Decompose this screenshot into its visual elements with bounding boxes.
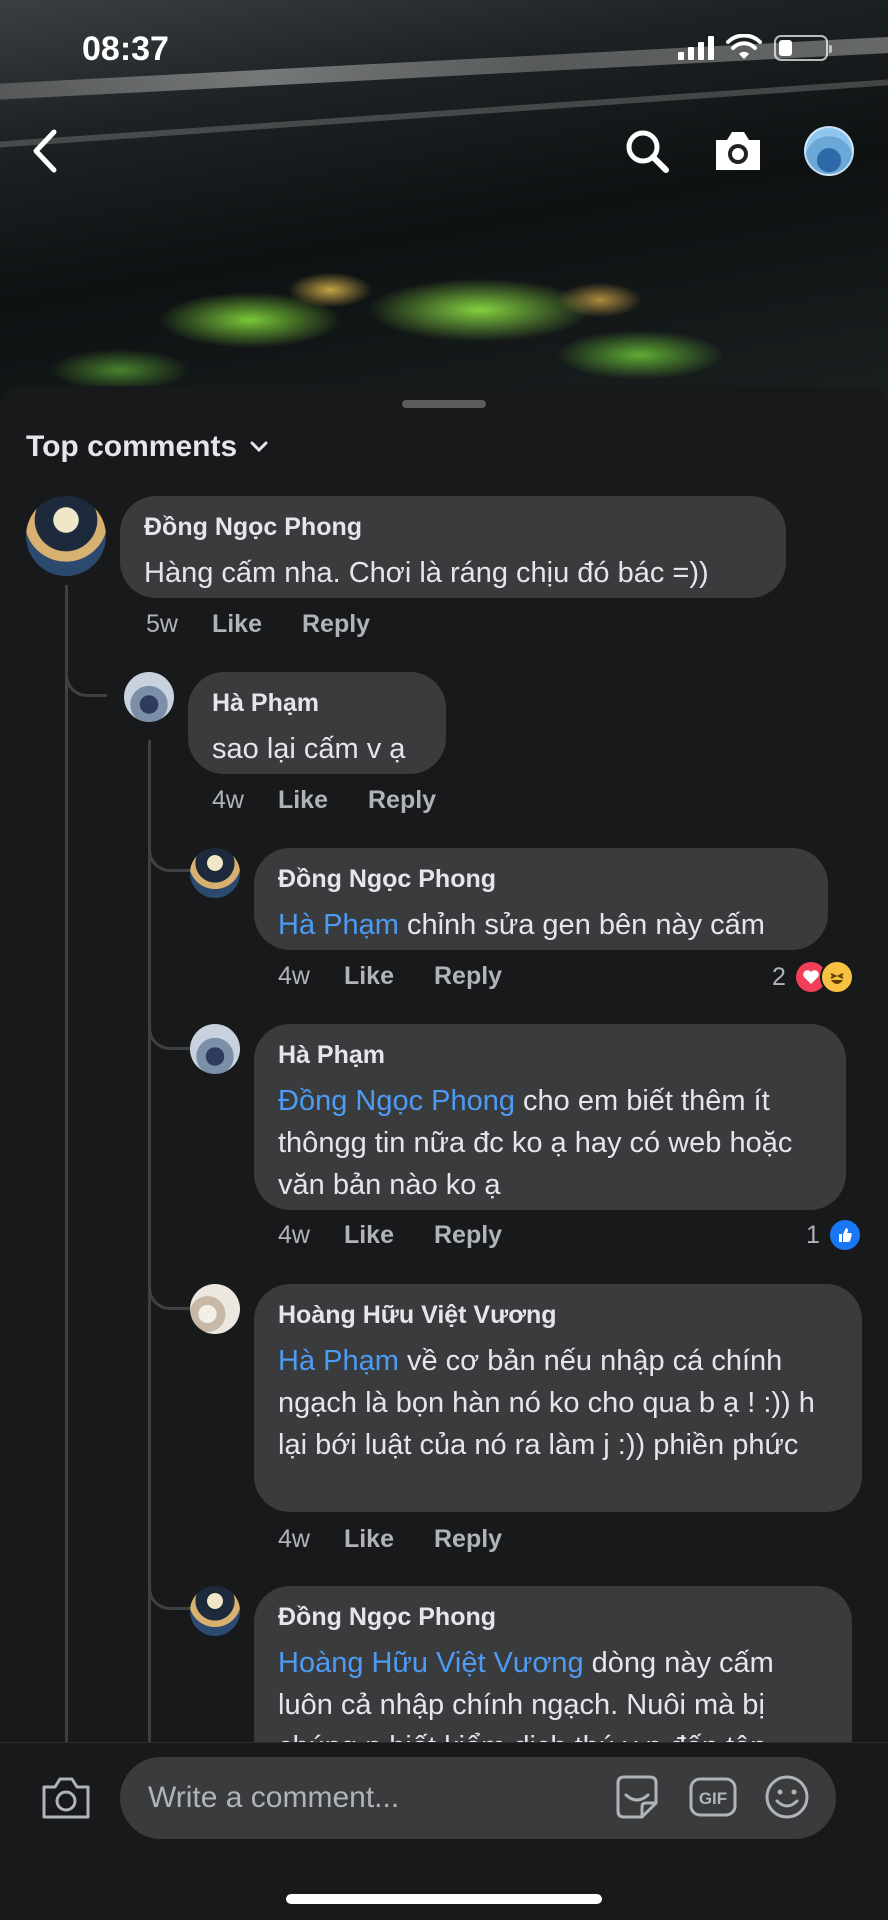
comment-bubble[interactable]: Đồng Ngọc Phong Hà Phạm chỉnh sửa gen bê… bbox=[254, 848, 828, 950]
thread-connector bbox=[148, 980, 190, 1050]
comment-author[interactable]: Đồng Ngọc Phong bbox=[278, 864, 804, 894]
like-button[interactable]: Like bbox=[278, 786, 328, 815]
avatar[interactable] bbox=[190, 1024, 240, 1074]
like-reaction-icon bbox=[827, 1218, 862, 1252]
comment-author[interactable]: Hoàng Hữu Việt Vương bbox=[278, 1300, 838, 1330]
comment-timestamp[interactable]: 4w bbox=[278, 962, 310, 991]
avatar[interactable] bbox=[124, 672, 174, 722]
like-button[interactable]: Like bbox=[344, 1221, 394, 1250]
mention-link[interactable]: Đồng Ngọc Phong bbox=[278, 1085, 515, 1117]
reply-button[interactable]: Reply bbox=[368, 786, 436, 815]
reaction-summary[interactable]: 1 bbox=[806, 1218, 862, 1252]
comment-text: Hàng cấm nha. Chơi là ráng chịu đó bác =… bbox=[144, 557, 709, 589]
like-button[interactable]: Like bbox=[212, 610, 262, 639]
comment-actions: 4w Like Reply bbox=[212, 786, 476, 815]
comment-actions: 5w Like Reply bbox=[146, 610, 410, 639]
reaction-count: 1 bbox=[806, 1220, 820, 1249]
comment-bubble[interactable]: Đồng Ngọc Phong Hàng cấm nha. Chơi là rá… bbox=[120, 496, 786, 598]
comment-bubble[interactable]: Hà Phạm Đồng Ngọc Phong cho em biết thêm… bbox=[254, 1024, 846, 1210]
reaction-summary[interactable]: 2 bbox=[772, 960, 854, 994]
comment-actions: 4w Like Reply bbox=[278, 1221, 542, 1250]
reply-button[interactable]: Reply bbox=[434, 962, 502, 991]
thread-connector bbox=[148, 1240, 190, 1310]
mention-link[interactable]: Hà Phạm bbox=[278, 909, 399, 941]
mention-link[interactable]: Hoàng Hữu Việt Vương bbox=[278, 1647, 584, 1679]
comment-timestamp[interactable]: 4w bbox=[278, 1525, 310, 1554]
camera-icon[interactable] bbox=[712, 128, 764, 174]
comment-text-body: chỉnh sửa gen bên này cấm bbox=[398, 909, 765, 941]
comment-bubble[interactable]: Hoàng Hữu Việt Vương Hà Phạm về cơ bản n… bbox=[254, 1284, 862, 1512]
sort-label: Top comments bbox=[26, 430, 238, 463]
status-icons bbox=[678, 34, 832, 62]
thread-connector bbox=[148, 1540, 190, 1610]
wifi-icon bbox=[726, 34, 762, 59]
mention-link[interactable]: Hà Phạm bbox=[278, 1345, 399, 1377]
comment-timestamp[interactable]: 4w bbox=[278, 1221, 310, 1250]
thread-connector bbox=[148, 800, 190, 872]
search-icon[interactable] bbox=[624, 128, 670, 174]
profile-avatar[interactable] bbox=[804, 126, 854, 176]
comment-bubble[interactable]: Hà Phạm sao lại cấm v ạ bbox=[188, 672, 446, 774]
emoji-icon[interactable] bbox=[762, 1773, 812, 1821]
gif-icon[interactable]: GIF bbox=[688, 1773, 738, 1821]
comment-text: Đồng Ngọc Phong cho em biết thêm ít thôn… bbox=[278, 1080, 822, 1206]
reaction-count: 2 bbox=[772, 962, 786, 991]
chevron-left-icon[interactable] bbox=[26, 126, 66, 176]
comment-author[interactable]: Hà Phạm bbox=[212, 688, 422, 718]
avatar[interactable] bbox=[190, 1586, 240, 1636]
comment-author[interactable]: Hà Phạm bbox=[278, 1040, 822, 1070]
comment-actions: 4w Like Reply bbox=[278, 962, 542, 991]
avatar[interactable] bbox=[190, 848, 240, 898]
comment-input-placeholder: Write a comment... bbox=[148, 1781, 400, 1814]
comment-text: Hà Phạm về cơ bản nếu nhập cá chính ngạc… bbox=[278, 1340, 838, 1466]
thread-line bbox=[65, 585, 68, 1745]
haha-reaction-icon bbox=[819, 960, 854, 994]
comment-timestamp[interactable]: 5w bbox=[146, 610, 178, 639]
status-time: 08:37 bbox=[82, 30, 169, 68]
like-button[interactable]: Like bbox=[344, 962, 394, 991]
thread-connector bbox=[65, 585, 107, 697]
avatar[interactable] bbox=[190, 1284, 240, 1334]
signal-icon bbox=[678, 36, 714, 60]
comment-author[interactable]: Đồng Ngọc Phong bbox=[144, 512, 762, 542]
home-indicator[interactable] bbox=[286, 1894, 602, 1904]
comment-timestamp[interactable]: 4w bbox=[212, 786, 244, 815]
sticker-icon[interactable] bbox=[612, 1773, 662, 1821]
sort-dropdown[interactable]: Top comments bbox=[26, 430, 269, 464]
reply-button[interactable]: Reply bbox=[302, 610, 370, 639]
like-button[interactable]: Like bbox=[344, 1525, 394, 1554]
chevron-down-icon bbox=[250, 441, 268, 453]
reply-button[interactable]: Reply bbox=[434, 1221, 502, 1250]
avatar[interactable] bbox=[26, 496, 106, 576]
comment-actions: 4w Like Reply bbox=[278, 1525, 542, 1554]
reply-button[interactable]: Reply bbox=[434, 1525, 502, 1554]
sheet-drag-handle[interactable] bbox=[402, 400, 486, 408]
comment-author[interactable]: Đồng Ngọc Phong bbox=[278, 1602, 828, 1632]
svg-text:GIF: GIF bbox=[699, 1789, 727, 1808]
comment-text: Hà Phạm chỉnh sửa gen bên này cấm bbox=[278, 904, 804, 946]
battery-icon bbox=[774, 35, 832, 61]
comment-text: sao lại cấm v ạ bbox=[212, 733, 406, 765]
camera-icon[interactable] bbox=[40, 1773, 92, 1821]
